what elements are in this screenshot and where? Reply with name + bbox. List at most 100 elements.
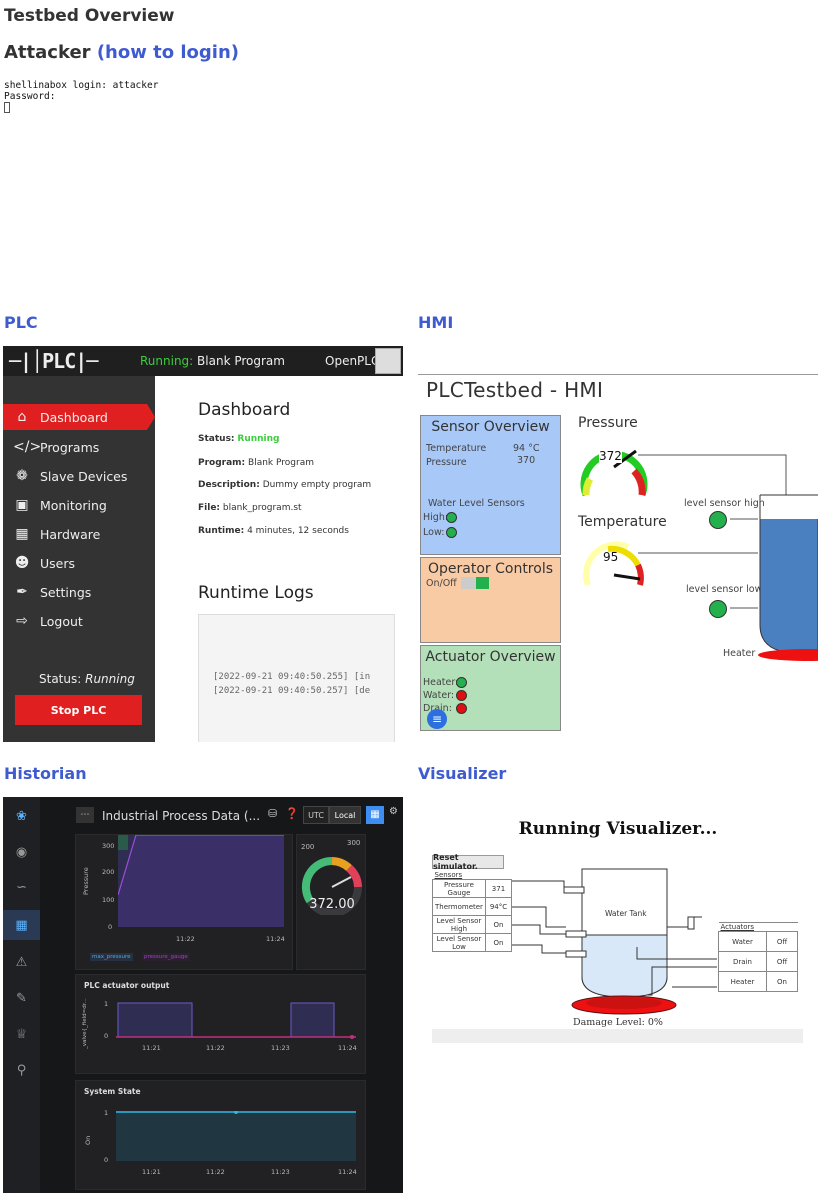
actuator-name: Drain — [718, 951, 767, 972]
y-tick: 1 — [104, 1109, 109, 1117]
pressure-value: 370 — [517, 455, 536, 466]
how-to-login-link[interactable]: (how to login) — [97, 42, 239, 63]
plugin-icon[interactable]: ✎ — [3, 983, 40, 1013]
sidebar-item-programs[interactable]: </> Programs — [3, 434, 155, 460]
water-tank-label: Water Tank — [605, 909, 647, 918]
help-icon[interactable]: ❓ — [285, 807, 299, 820]
x-tick: 11:24 — [338, 1044, 357, 1052]
monitor-icon: ▣ — [15, 497, 29, 513]
y-tick: 1 — [104, 1000, 109, 1008]
actuator-value: Off — [766, 931, 798, 952]
description-val: Dummy empty program — [262, 480, 372, 490]
description-row: Description: Dummy empty program — [198, 480, 371, 490]
operator-controls-title: Operator Controls — [427, 561, 553, 577]
sidebar-item-users[interactable]: ☻ Users — [3, 550, 155, 576]
high-label: High: — [423, 512, 449, 523]
eye-icon[interactable]: ◉ — [3, 837, 40, 867]
table-row: Heater On — [718, 971, 798, 992]
damage-bar — [432, 1029, 803, 1043]
sidebar-item-slave-devices[interactable]: ❁ Slave Devices — [3, 463, 155, 489]
high-indicator — [446, 512, 457, 523]
system-state-panel[interactable]: System State On 1 0 11:21 11:22 11:23 11… — [75, 1080, 366, 1190]
legend-max-pressure[interactable]: max_pressure — [90, 953, 133, 961]
table-row: Thermometer 94°C — [432, 897, 513, 916]
x-tick: 11:21 — [142, 1044, 161, 1052]
sidebar-item-monitoring[interactable]: ▣ Monitoring — [3, 492, 155, 518]
database-icon[interactable]: ⛁ — [268, 807, 277, 820]
attacker-title: Attacker — [4, 42, 91, 63]
pressure-axis-label: Pressure — [82, 867, 90, 895]
program-row: Program: Blank Program — [198, 458, 314, 468]
sensor-value: 94°C — [484, 897, 513, 916]
runtime-row: Runtime: 4 minutes, 12 seconds — [198, 526, 349, 536]
hmi-title: PLCTestbed - HMI — [426, 378, 604, 402]
page-title: Testbed Overview — [4, 6, 175, 26]
plc-panel: ─|│PLC|─ Running: Blank Program OpenPLC … — [3, 346, 403, 742]
heater-indicator — [456, 677, 467, 688]
water-indicator — [456, 690, 467, 701]
sensor-name: Thermometer — [432, 897, 486, 916]
sensor-name: Level Sensor Low — [432, 933, 486, 952]
actuator-axis-label: _valve{_field=dr... — [82, 998, 88, 1049]
settings-cube-icon[interactable]: ⚙ — [389, 806, 403, 824]
attacker-terminal[interactable]: shellinabox login: attacker Password: — [4, 80, 158, 116]
status-value: Running — [85, 672, 135, 686]
apps-icon[interactable]: ⋯ — [76, 807, 94, 823]
gauge-value: 372.00 — [309, 897, 355, 912]
gauge-panel[interactable]: 200 300 372.00 — [296, 834, 366, 970]
onoff-toggle[interactable] — [461, 577, 489, 589]
plc-topbar: ─|│PLC|─ Running: Blank Program OpenPLC — [3, 346, 403, 376]
x-tick: 11:21 — [142, 1168, 161, 1176]
table-row: Level Sensor High On — [432, 915, 513, 934]
actuator-panel[interactable]: PLC actuator output _valve{_field=dr... … — [75, 974, 366, 1074]
plc-sidebar-status: Status: Running — [39, 672, 135, 686]
alert-icon[interactable]: ⚠ — [3, 947, 40, 977]
legend-pressure-gauge[interactable]: pressure_gauge — [142, 953, 190, 961]
sensors-table: Sensors Pressure Gauge 371 Thermometer 94°… — [432, 871, 513, 952]
home-icon: ⌂ — [17, 409, 27, 425]
explore-icon[interactable]: ∽ — [3, 872, 40, 902]
status-val: Running — [237, 434, 280, 444]
actuator-chart — [116, 1002, 356, 1039]
runtime-logs-box[interactable]: [2022-09-21 09:40:50.255] [in [2022-09-2… — [198, 614, 395, 742]
operator-controls-box: Operator Controls On/Off — [420, 557, 561, 643]
wrench-icon: ✒ — [16, 584, 28, 600]
sidebar-item-hardware[interactable]: ▦ Hardware — [3, 521, 155, 547]
crown-icon[interactable]: ♕ — [3, 1019, 40, 1049]
terminal-text: shellinabox login: attacker Password: — [4, 80, 159, 102]
sensors-header: Sensors — [434, 871, 463, 879]
y-tick: 100 — [102, 896, 115, 904]
menu-fab-icon[interactable]: ≡ — [427, 709, 447, 729]
wrench-icon[interactable]: ⚲ — [3, 1055, 40, 1085]
dashboards-icon[interactable]: ▦ — [3, 910, 40, 940]
openplc-logo: ─|│PLC|─ — [9, 349, 98, 373]
actuator-overview-box: Actuator Overview Heater: Water: Drain: … — [420, 645, 561, 731]
status-label: Status: — [39, 672, 82, 686]
visualizer-panel: Running Visualizer... Reset simulator. S… — [418, 797, 818, 1193]
users-icon: ☻ — [14, 555, 30, 571]
table-row: Drain Off — [718, 951, 798, 972]
utc-button[interactable]: UTC — [303, 806, 329, 824]
code-icon: </> — [13, 439, 42, 455]
pressure-panel[interactable]: Pressure 300 200 100 0 11:22 11:24 max_p… — [75, 834, 293, 970]
visualizer-title: Running Visualizer... — [518, 819, 718, 839]
section-historian: Historian — [4, 764, 87, 783]
sensor-overview-title: Sensor Overview — [431, 419, 550, 435]
grafana-logo-icon[interactable]: ❀ — [3, 801, 40, 831]
gear-cluster-icon: ❁ — [16, 468, 28, 484]
sidebar-item-dashboard[interactable]: ⌂ Dashboard — [3, 404, 155, 430]
dashboard-title[interactable]: Industrial Process Data (... — [102, 809, 260, 823]
sidebar-item-settings[interactable]: ✒ Settings — [3, 579, 155, 605]
reset-simulator-button[interactable]: Reset simulator. — [432, 853, 504, 871]
avatar[interactable] — [375, 348, 401, 374]
state-chart — [116, 1111, 356, 1161]
local-button[interactable]: Local — [329, 806, 361, 824]
sidebar-item-label: Users — [40, 555, 76, 571]
plc-brand: OpenPLC — [325, 354, 380, 368]
sidebar-item-label: Monitoring — [40, 497, 107, 513]
layout-icon[interactable]: ▦ — [366, 806, 384, 824]
low-indicator — [446, 527, 457, 538]
sidebar-item-label: Settings — [40, 584, 92, 600]
stop-plc-button[interactable]: Stop PLC — [15, 695, 142, 725]
sidebar-item-logout[interactable]: ⇨ Logout — [3, 608, 155, 634]
